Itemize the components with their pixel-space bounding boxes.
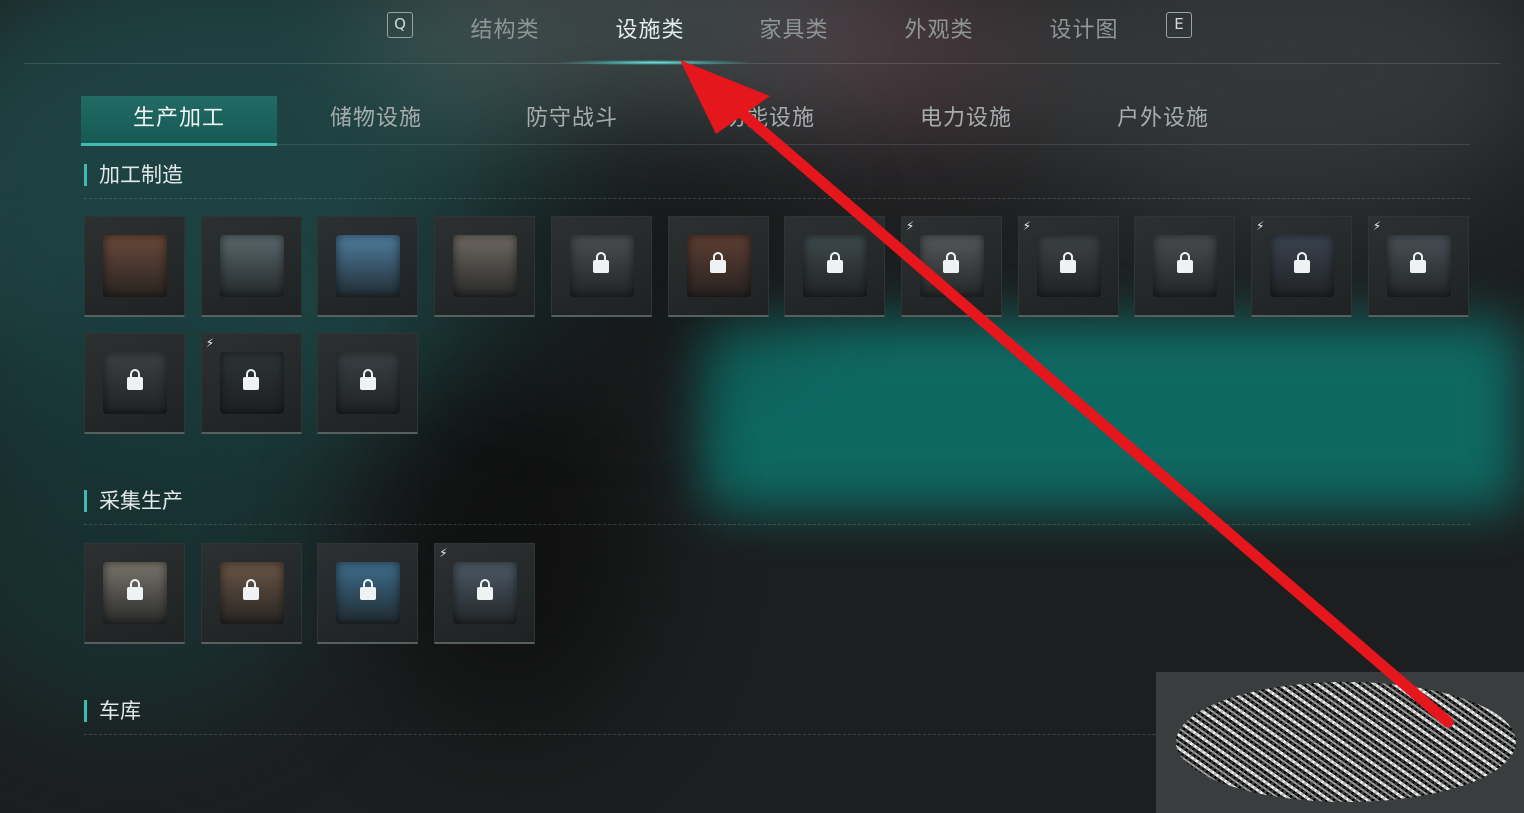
red-arrow-annotation xyxy=(680,60,1454,728)
